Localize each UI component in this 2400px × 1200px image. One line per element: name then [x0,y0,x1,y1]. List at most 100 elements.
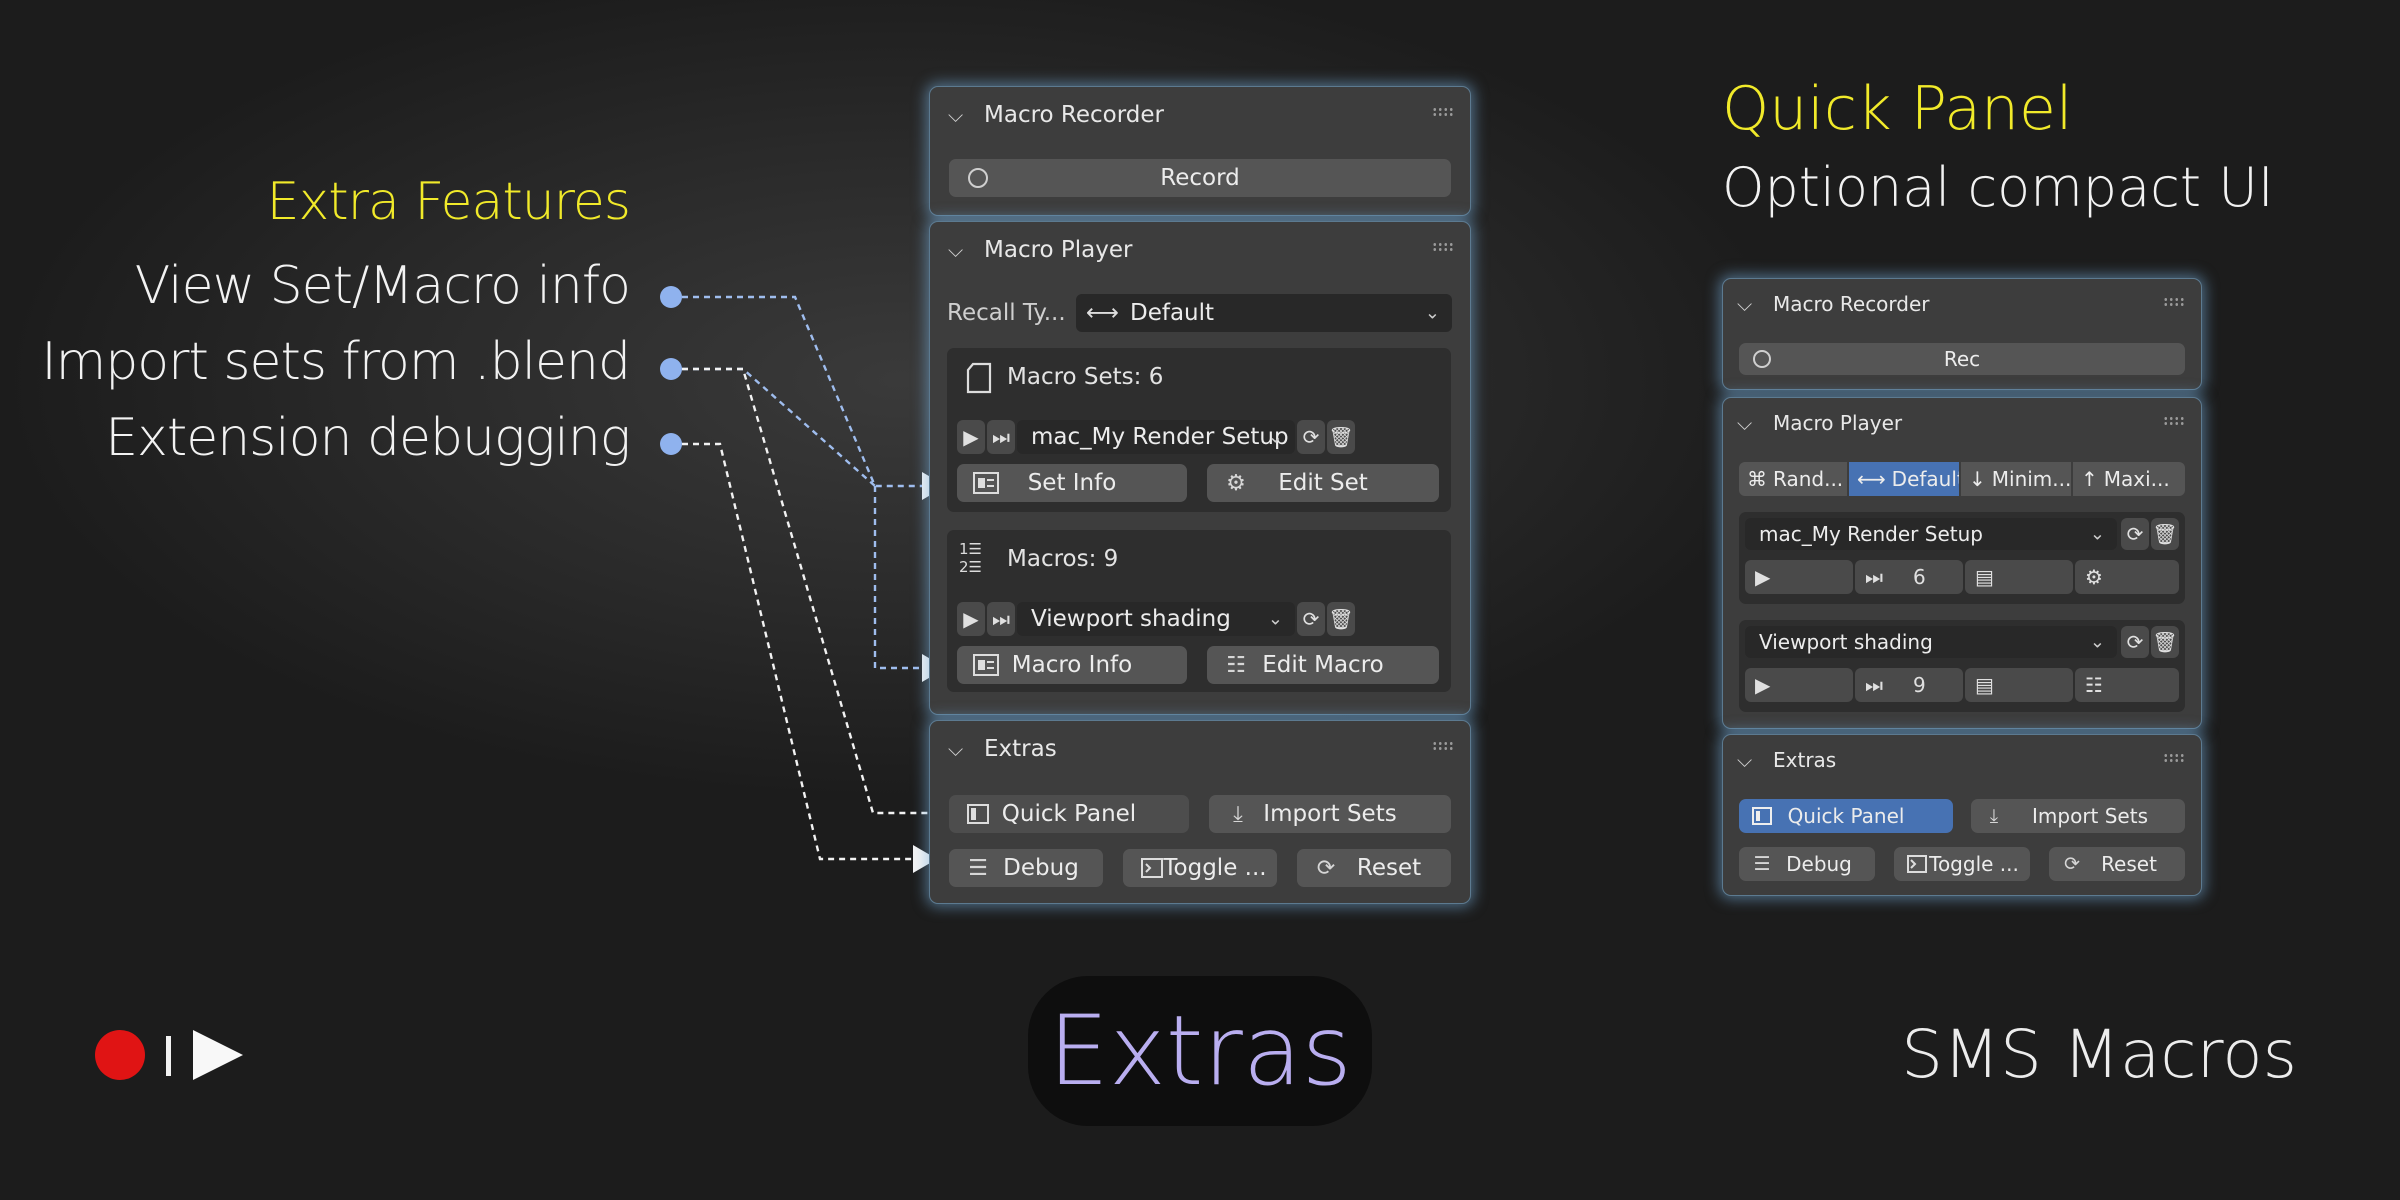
extras-title: Extras [984,736,1057,762]
macro-dropdown[interactable]: Viewport shading ⌄ [1017,602,1295,636]
text-lines-icon: ☰ [968,855,988,881]
quick-panel-title: Quick Panel [1722,74,2073,144]
step-forward-icon[interactable]: ⏭ [987,602,1015,636]
recall-type-dropdown[interactable]: ⟷ Default ⌄ [1076,294,1452,332]
play-icon[interactable]: ▶ [1745,668,1853,702]
toggle-console-button[interactable]: Toggle ... [1123,849,1277,887]
download-icon: ⤓ [1233,801,1243,827]
drag-grip-icon[interactable] [1432,242,1454,252]
quick-panel-label: Quick Panel [1001,801,1137,827]
compact-rec-button[interactable]: Rec [1739,343,2185,375]
recall-type-label: Recall Ty... [947,300,1066,326]
record-button[interactable]: Record [949,159,1451,197]
drag-grip-icon[interactable] [2163,416,2185,426]
step-forward-icon: ⏭ [1865,673,1883,697]
drag-grip-icon[interactable] [2163,297,2185,307]
macro-info-button[interactable]: Macro Info [957,646,1187,684]
reset-button[interactable]: ⟳ Reset [1297,849,1451,887]
refresh-icon[interactable]: ⟳ [1297,602,1325,636]
import-sets-button[interactable]: ⤓ Import Sets [1209,795,1451,833]
set-info-button[interactable]: Set Info [957,464,1187,502]
recorder-header[interactable]: ⌵ Macro Recorder [930,87,1470,143]
trash-icon[interactable]: 🗑 [1327,602,1355,636]
compact-debug-button[interactable]: ☰ Debug [1739,847,1875,881]
reset-label: Reset [1356,855,1422,881]
extras-badge: Extras [1028,976,1372,1126]
mode-maximal-label: Maxi... [2103,467,2170,491]
chevron-down-icon: ⌵ [1737,411,1753,435]
macros-box: 1☰ 2☰ Macros: 9 ▶ ⏭ Viewport shading ⌄ ⟳ … [947,530,1451,692]
step-forward-button[interactable]: ⏭ 6 [1855,560,1963,594]
compact-set-dropdown[interactable]: mac_My Render Setup ⌄ [1745,518,2117,550]
compact-rec-label: Rec [1943,347,1981,371]
trash-icon[interactable]: 🗑 [2151,518,2179,550]
mode-random-label: Rand... [1773,467,1844,491]
play-icon[interactable]: ▶ [1745,560,1853,594]
trash-icon[interactable]: 🗑 [1327,420,1355,454]
trash-icon[interactable]: 🗑 [2151,626,2179,658]
compact-import-sets-label: Import Sets [2032,804,2148,828]
extras-header[interactable]: ⌵ Extras [930,721,1470,777]
play-icon[interactable]: ▶ [957,602,985,636]
compact-set-count: 6 [1913,565,1926,589]
compact-extras-header[interactable]: ⌵ Extras [1723,735,2201,785]
refresh-icon[interactable]: ⟳ [2121,626,2149,658]
compact-set-value: mac_My Render Setup [1759,522,1983,546]
compact-recorder-title: Macro Recorder [1773,292,1930,316]
compact-recorder-header[interactable]: ⌵ Macro Recorder [1723,279,2201,329]
quick-panel-button[interactable]: Quick Panel [949,795,1189,833]
edit-set-button[interactable]: ⚙ Edit Set [1207,464,1439,502]
compact-import-sets-button[interactable]: ⤓ Import Sets [1971,799,2185,833]
swap-arrows-icon: ⟷ [1857,467,1886,491]
mode-default[interactable]: ⟷ Default [1849,462,1959,496]
brand-name: SMS Macros [1901,1016,2297,1093]
chevron-down-icon: ⌄ [1267,608,1283,630]
macro-set-dropdown[interactable]: mac_My Render Setup ⌄ [1017,420,1295,454]
drag-grip-icon[interactable] [1432,741,1454,751]
swap-arrows-icon: ⟷ [1086,300,1119,326]
console-icon [1904,851,1930,877]
extras-panel: ⌵ Extras Quick Panel ⤓ Import Sets ☰ Deb… [929,720,1471,904]
drag-grip-icon[interactable] [1432,107,1454,117]
macro-set-value: mac_My Render Setup [1031,424,1289,450]
chevron-down-icon: ⌵ [948,103,964,127]
arrow-up-icon: ↑ [2081,467,2098,491]
info-card-icon[interactable]: ▤ [1965,668,2073,702]
info-card-icon[interactable]: ▤ [1965,560,2073,594]
play-icon[interactable]: ▶ [957,420,985,454]
chevron-down-icon: ⌄ [2089,523,2105,545]
compact-quick-panel-label: Quick Panel [1787,804,1905,828]
compact-macro-value: Viewport shading [1759,630,1933,654]
record-circle-icon [963,163,993,193]
numbered-list-icon: 1☰ 2☰ [959,540,982,576]
player-header[interactable]: ⌵ Macro Player [930,222,1470,278]
info-card-icon [971,650,1001,680]
compact-player-title: Macro Player [1773,411,1903,435]
compact-macro-count: 9 [1913,673,1926,697]
compact-quick-panel-button[interactable]: Quick Panel [1739,799,1953,833]
chevron-down-icon: ⌵ [948,238,964,262]
step-forward-button[interactable]: ⏭ 9 [1855,668,1963,702]
file-gear-icon[interactable]: ⚙ [2075,560,2179,594]
compact-extras-title: Extras [1773,748,1837,772]
compact-macro-box: Viewport shading ⌄ ⟳ 🗑 ▶ ⏭ 9 ▤ ☷ [1739,620,2185,712]
debug-button[interactable]: ☰ Debug [949,849,1103,887]
compact-debug-label: Debug [1786,852,1852,876]
refresh-icon[interactable]: ⟳ [1297,420,1325,454]
compact-player-header[interactable]: ⌵ Macro Player [1723,398,2201,448]
recall-mode-segments: ⌘ Rand... ⟷ Default ↓ Minim... ↑ Maxi... [1739,462,2185,496]
step-forward-icon[interactable]: ⏭ [987,420,1015,454]
compact-toggle-button[interactable]: Toggle ... [1894,847,2030,881]
edit-macro-button[interactable]: ☷ Edit Macro [1207,646,1439,684]
macros-count: Macros: 9 [1007,546,1119,572]
mode-random[interactable]: ⌘ Rand... [1739,462,1847,496]
compact-player-panel: ⌵ Macro Player ⌘ Rand... ⟷ Default ↓ Minim.… [1722,397,2202,729]
mode-minimal[interactable]: ↓ Minim... [1961,462,2071,496]
record-label: Record [1160,165,1240,191]
compact-reset-button[interactable]: ⟳ Reset [2049,847,2185,881]
drag-grip-icon[interactable] [2163,753,2185,763]
mode-maximal[interactable]: ↑ Maxi... [2073,462,2185,496]
refresh-icon[interactable]: ⟳ [2121,518,2149,550]
sliders-icon[interactable]: ☷ [2075,668,2179,702]
compact-macro-dropdown[interactable]: Viewport shading ⌄ [1745,626,2117,658]
